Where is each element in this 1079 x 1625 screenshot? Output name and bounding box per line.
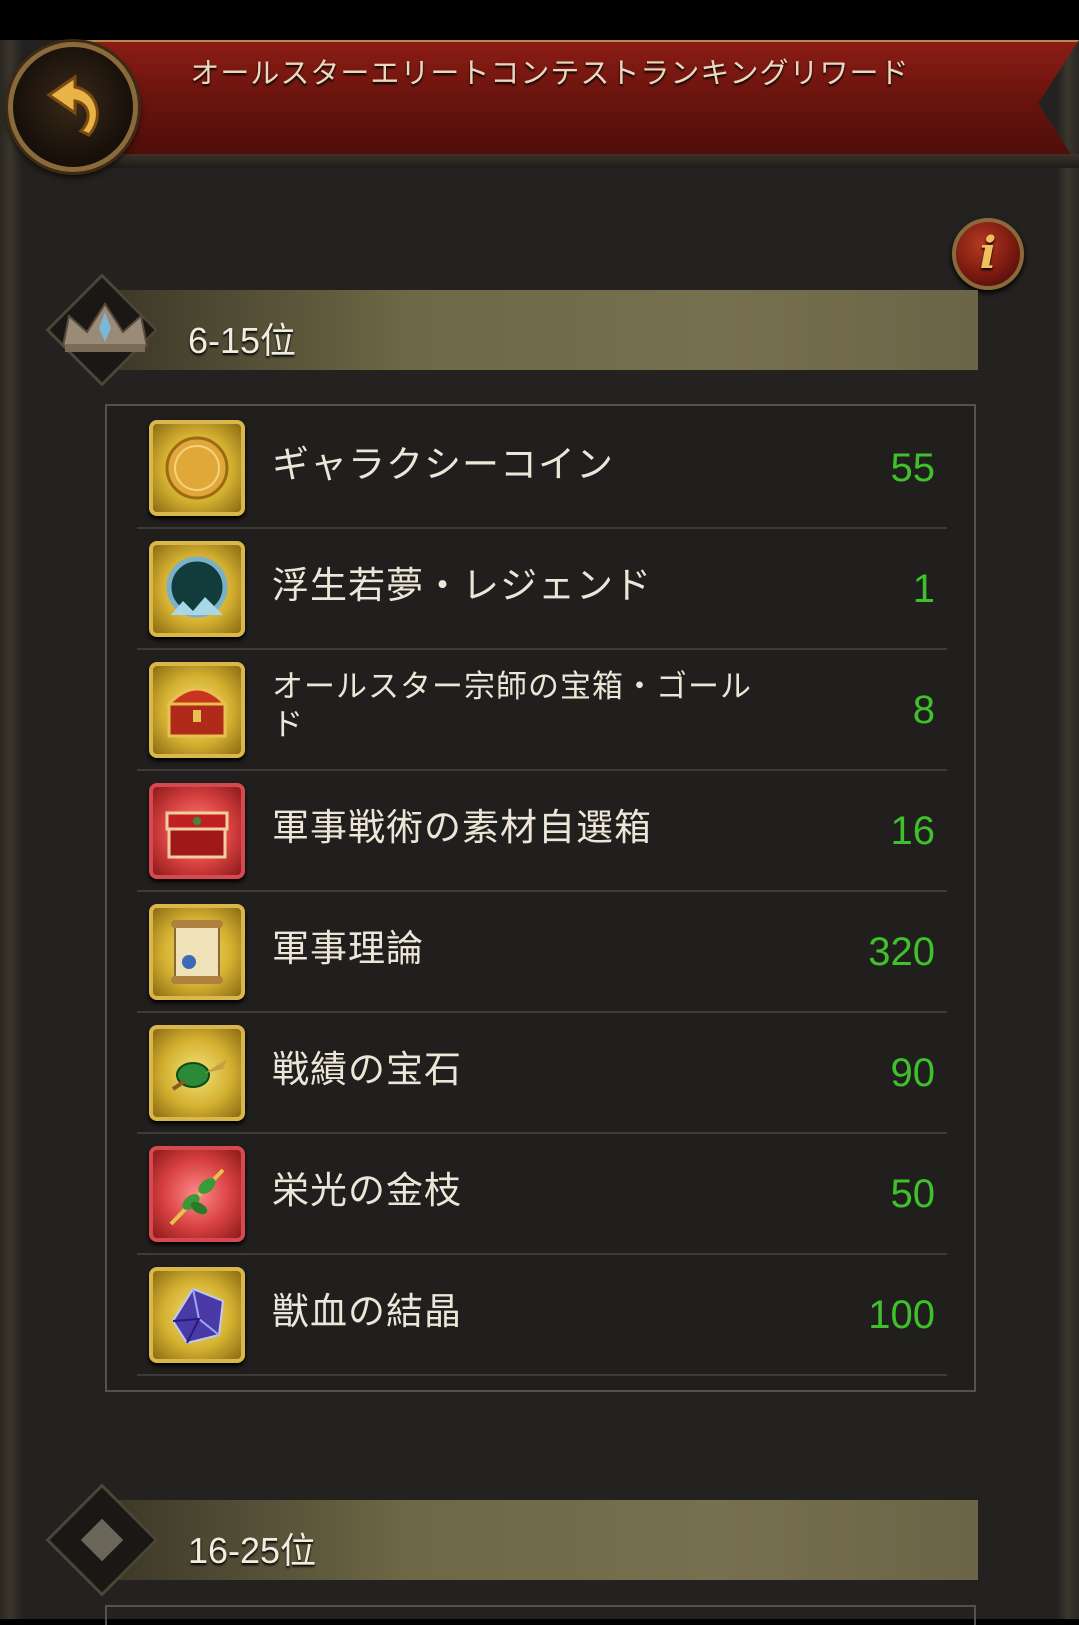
reward-quantity: 16 xyxy=(890,809,936,853)
all-star-coin-icon xyxy=(149,420,245,516)
reward-quantity: 50 xyxy=(890,1172,936,1216)
reward-quantity: 320 xyxy=(868,930,935,974)
golden-branch-icon xyxy=(149,1146,245,1242)
reward-row[interactable]: オールスター宗師の宝箱・ゴールド 8 xyxy=(137,648,947,771)
reward-quantity: 90 xyxy=(890,1051,936,1095)
rank-range-label: 6-15位 xyxy=(188,320,297,361)
reward-quantity: 55 xyxy=(890,446,936,490)
crown-icon xyxy=(61,302,149,352)
header-banner-edge xyxy=(60,154,1079,168)
reward-name: 軍事戦術の素材自選箱 xyxy=(272,806,652,849)
reward-name: 獣血の結晶 xyxy=(272,1290,462,1333)
reward-quantity: 8 xyxy=(912,688,935,732)
treasure-chest-icon xyxy=(149,662,245,758)
back-arrow-icon xyxy=(46,74,99,137)
green-gem-icon xyxy=(149,1025,245,1121)
reward-name: 栄光の金枝 xyxy=(272,1169,462,1212)
dream-mirror-icon xyxy=(149,541,245,637)
reward-row[interactable]: 獣血の結晶 100 xyxy=(137,1253,947,1376)
reward-name: 戦績の宝石 xyxy=(272,1048,462,1091)
rank-range-label: 16-25位 xyxy=(188,1530,317,1571)
scroll-icon xyxy=(149,904,245,1000)
reward-name: 軍事理論 xyxy=(272,927,424,970)
info-button[interactable]: i xyxy=(952,218,1024,290)
reward-row[interactable]: 軍事戦術の素材自選箱 16 xyxy=(137,769,947,892)
reward-row[interactable]: ギャラクシーコイン 55 xyxy=(137,406,947,529)
red-chest-icon xyxy=(149,783,245,879)
reward-row[interactable]: 栄光の金枝 50 xyxy=(137,1132,947,1255)
reward-row[interactable]: 軍事理論 320 xyxy=(137,890,947,1013)
diamond-core-icon xyxy=(80,1518,124,1562)
reward-name: オールスター宗師の宝箱・ゴールド xyxy=(272,669,752,743)
reward-row[interactable]: 浮生若夢・レジェンド 1 xyxy=(137,527,947,650)
reward-name: ギャラクシーコイン xyxy=(272,443,614,486)
info-icon: i xyxy=(979,228,997,279)
reward-quantity: 1 xyxy=(912,567,935,611)
back-button[interactable] xyxy=(8,42,138,172)
reward-list: ギャラクシーコイン 55 浮生若夢・レジェンド 1 オールスター宗師の宝箱・ゴー… xyxy=(105,404,976,1392)
blood-crystal-icon xyxy=(149,1267,245,1363)
reward-name: 浮生若夢・レジェンド xyxy=(272,564,652,607)
reward-quantity: 100 xyxy=(868,1293,935,1337)
page-title: オールスターエリートコンテストランキングリワード xyxy=(190,56,910,90)
reward-row[interactable]: 戦績の宝石 90 xyxy=(137,1011,947,1134)
reward-list-partial xyxy=(105,1605,976,1625)
